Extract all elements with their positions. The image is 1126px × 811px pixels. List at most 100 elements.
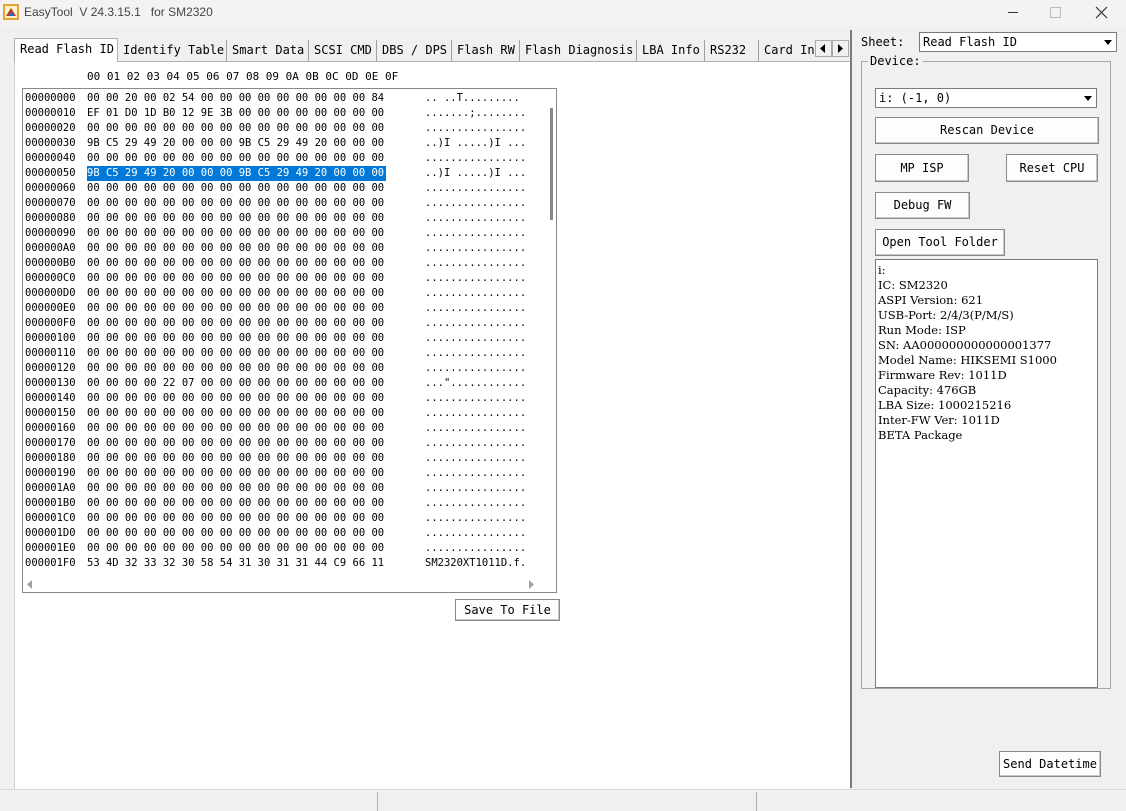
- hex-view[interactable]: 00000000 00 00 20 00 02 54 00 00 00 00 00…: [22, 88, 557, 593]
- hex-row-bytes[interactable]: 00 00 00 00 00 00 00 00 00 00 00 00 00 0…: [87, 331, 384, 346]
- rescan-device-button[interactable]: Rescan Device: [875, 117, 1099, 144]
- hex-row-offset: 00000160: [25, 422, 76, 434]
- caret-right-icon[interactable]: [527, 580, 535, 589]
- tab-scroll-right-button[interactable]: [832, 40, 849, 57]
- hex-row-offset: 00000180: [25, 452, 76, 464]
- hex-row-offset: 000001F0: [25, 557, 76, 569]
- hex-row-bytes[interactable]: 00 00 00 00 00 00 00 00 00 00 00 00 00 0…: [87, 196, 384, 211]
- send-datetime-button[interactable]: Send Datetime: [999, 751, 1101, 777]
- mp-isp-button[interactable]: MP ISP: [875, 154, 969, 182]
- tab-read-flash-id[interactable]: Read Flash ID: [14, 38, 118, 62]
- device-info-box[interactable]: i: IC: SM2320 ASPI Version: 621 USB-Port: 2…: [875, 259, 1098, 688]
- tab-rs232[interactable]: RS232: [705, 40, 759, 61]
- hex-row-bytes[interactable]: 00 00 00 00 00 00 00 00 00 00 00 00 00 0…: [87, 436, 384, 451]
- hex-row-bytes[interactable]: 00 00 00 00 00 00 00 00 00 00 00 00 00 0…: [87, 301, 384, 316]
- hex-row-bytes[interactable]: 00 00 00 00 00 00 00 00 00 00 00 00 00 0…: [87, 481, 384, 496]
- hex-row-bytes[interactable]: 00 00 00 00 00 00 00 00 00 00 00 00 00 0…: [87, 406, 384, 421]
- hex-row-bytes[interactable]: 00 00 00 00 00 00 00 00 00 00 00 00 00 0…: [87, 466, 384, 481]
- hex-row-ascii: ................: [425, 287, 527, 299]
- hex-row-ascii: ................: [425, 482, 527, 494]
- hex-row-bytes[interactable]: 00 00 00 00 00 00 00 00 00 00 00 00 00 0…: [87, 526, 384, 541]
- tab-identify-table[interactable]: Identify Table: [118, 40, 227, 61]
- debug-fw-button[interactable]: Debug FW: [875, 192, 970, 219]
- hex-row-offset: 000000B0: [25, 257, 76, 269]
- hex-row-bytes[interactable]: 00 00 00 00 00 00 00 00 00 00 00 00 00 0…: [87, 346, 384, 361]
- maximize-button[interactable]: [1032, 0, 1078, 26]
- hex-row-bytes[interactable]: 00 00 00 00 00 00 00 00 00 00 00 00 00 0…: [87, 271, 384, 286]
- hex-row-bytes[interactable]: 00 00 00 00 00 00 00 00 00 00 00 00 00 0…: [87, 421, 384, 436]
- device-info-line: Inter-FW Ver: 1011D: [878, 413, 1000, 427]
- hex-row-bytes[interactable]: 00 00 00 00 00 00 00 00 00 00 00 00 00 0…: [87, 361, 384, 376]
- tab-scsi-cmd[interactable]: SCSI CMD: [309, 40, 377, 61]
- hex-row-offset: 00000000: [25, 92, 76, 104]
- app-icon: [3, 4, 19, 20]
- open-tool-folder-button[interactable]: Open Tool Folder: [875, 229, 1005, 256]
- tab-scroll-left-button[interactable]: [815, 40, 832, 57]
- hex-row-ascii: .......;........: [425, 107, 527, 119]
- hex-row-offset: 000000A0: [25, 242, 76, 254]
- hex-row-bytes[interactable]: 00 00 00 00 00 00 00 00 00 00 00 00 00 0…: [87, 241, 384, 256]
- sheet-select-value: Read Flash ID: [923, 35, 1017, 49]
- hex-row-bytes[interactable]: 9B C5 29 49 20 00 00 00 9B C5 29 49 20 0…: [87, 136, 384, 151]
- hex-row-bytes[interactable]: 00 00 00 00 00 00 00 00 00 00 00 00 00 0…: [87, 286, 384, 301]
- tab-flash-rw[interactable]: Flash RW: [452, 40, 520, 61]
- hex-row-offset: 00000040: [25, 152, 76, 164]
- hex-row-ascii: ................: [425, 332, 527, 344]
- hex-row-bytes[interactable]: 00 00 00 00 00 00 00 00 00 00 00 00 00 0…: [87, 511, 384, 526]
- tab-lba-info[interactable]: LBA Info: [637, 40, 705, 61]
- hex-row-bytes[interactable]: 00 00 00 00 00 00 00 00 00 00 00 00 00 0…: [87, 541, 384, 556]
- save-to-file-button[interactable]: Save To File: [455, 599, 560, 621]
- device-info-line: Capacity: 476GB: [878, 383, 977, 397]
- hex-row-bytes[interactable]: 00 00 00 00 00 00 00 00 00 00 00 00 00 0…: [87, 121, 384, 136]
- hex-row-bytes[interactable]: 00 00 00 00 00 00 00 00 00 00 00 00 00 0…: [87, 181, 384, 196]
- tab-smart-data[interactable]: Smart Data: [227, 40, 309, 61]
- caret-left-icon: [820, 44, 825, 53]
- hex-row-offset: 00000010: [25, 107, 76, 119]
- hex-row-offset: 000001E0: [25, 542, 76, 554]
- device-select[interactable]: i: (-1, 0): [875, 88, 1097, 108]
- hex-row-bytes[interactable]: 00 00 00 00 22 07 00 00 00 00 00 00 00 0…: [87, 376, 384, 391]
- hex-row-bytes[interactable]: 00 00 20 00 02 54 00 00 00 00 00 00 00 0…: [87, 91, 384, 106]
- hex-row-bytes[interactable]: 00 00 00 00 00 00 00 00 00 00 00 00 00 0…: [87, 391, 384, 406]
- tab-flash-diagnosis[interactable]: Flash Diagnosis: [520, 40, 637, 61]
- close-button[interactable]: [1078, 0, 1124, 26]
- vertical-scrollbar[interactable]: [545, 90, 556, 578]
- status-bar: [0, 789, 1126, 811]
- hex-row-ascii: ................: [425, 467, 527, 479]
- hex-row-offset: 00000080: [25, 212, 76, 224]
- horizontal-scrollbar[interactable]: [24, 577, 556, 592]
- hex-row-bytes[interactable]: EF 01 D0 1D B0 12 9E 3B 00 00 00 00 00 0…: [87, 106, 384, 121]
- hex-row-bytes[interactable]: 9B C5 29 49 20 00 00 00 9B C5 29 49 20 0…: [87, 166, 387, 181]
- status-separator: [756, 792, 757, 811]
- reset-cpu-button[interactable]: Reset CPU: [1006, 154, 1098, 182]
- hex-row-bytes[interactable]: 53 4D 32 33 32 30 58 54 31 30 31 31 44 C…: [87, 556, 384, 571]
- close-icon: [1095, 6, 1108, 19]
- maximize-icon: [1050, 7, 1061, 18]
- hex-row-ascii: SM2320XT1011D.f.: [425, 557, 527, 569]
- hex-row-bytes[interactable]: 00 00 00 00 00 00 00 00 00 00 00 00 00 0…: [87, 151, 384, 166]
- device-info-line: Run Mode: ISP: [878, 323, 966, 337]
- hex-row-ascii: ................: [425, 257, 527, 269]
- hex-row-offset: 000001C0: [25, 512, 76, 524]
- chevron-down-icon: [1084, 96, 1092, 101]
- hex-row-bytes[interactable]: 00 00 00 00 00 00 00 00 00 00 00 00 00 0…: [87, 256, 384, 271]
- tab-card-info[interactable]: Card In: [759, 40, 815, 61]
- hex-row-offset: 00000150: [25, 407, 76, 419]
- hex-row-bytes[interactable]: 00 00 00 00 00 00 00 00 00 00 00 00 00 0…: [87, 211, 384, 226]
- hex-row-bytes[interactable]: 00 00 00 00 00 00 00 00 00 00 00 00 00 0…: [87, 226, 384, 241]
- scrollbar-thumb[interactable]: [550, 108, 553, 220]
- sheet-select[interactable]: Read Flash ID: [919, 32, 1117, 52]
- hex-row-ascii: ................: [425, 437, 527, 449]
- hex-row-bytes[interactable]: 00 00 00 00 00 00 00 00 00 00 00 00 00 0…: [87, 496, 384, 511]
- minimize-button[interactable]: [990, 0, 1036, 26]
- caret-left-icon[interactable]: [26, 580, 34, 589]
- hex-row-ascii: ................: [425, 227, 527, 239]
- hex-row-bytes[interactable]: 00 00 00 00 00 00 00 00 00 00 00 00 00 0…: [87, 316, 384, 331]
- device-select-value: i: (-1, 0): [879, 91, 952, 105]
- tab-dbs-dps[interactable]: DBS / DPS: [377, 40, 452, 61]
- hex-row-offset: 00000060: [25, 182, 76, 194]
- hex-row-bytes[interactable]: 00 00 00 00 00 00 00 00 00 00 00 00 00 0…: [87, 451, 384, 466]
- device-info-line: ASPI Version: 621: [878, 293, 984, 307]
- hex-row-ascii: ................: [425, 362, 527, 374]
- hex-row-ascii: ................: [425, 182, 527, 194]
